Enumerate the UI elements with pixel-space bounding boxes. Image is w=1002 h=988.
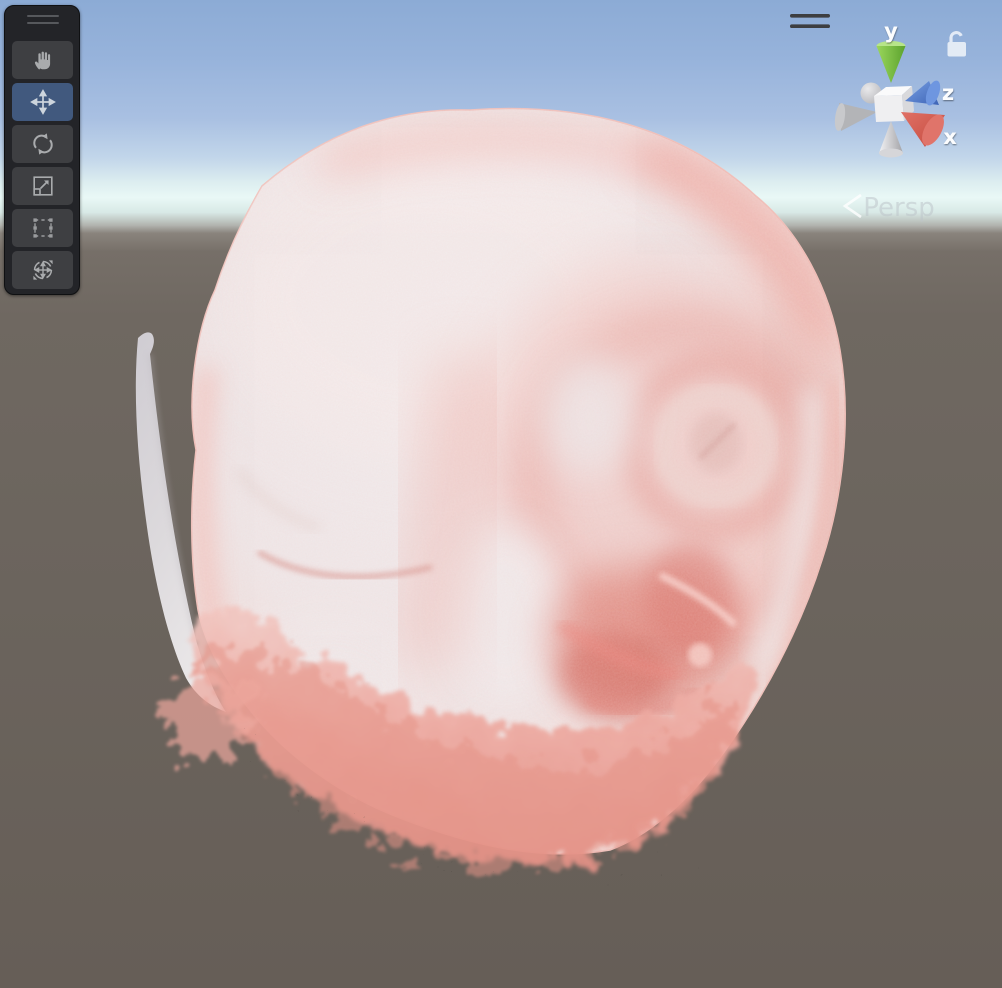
gizmo-y-cone[interactable] — [877, 41, 906, 83]
tool-button-rect[interactable] — [12, 209, 73, 247]
hand-icon — [30, 47, 56, 73]
unlocked-padlock-icon[interactable] — [948, 33, 967, 57]
gizmo-z-label[interactable]: z — [942, 81, 954, 105]
scene-orientation-gizmo[interactable]: y z x — [833, 19, 957, 158]
tool-button-view[interactable] — [12, 41, 73, 79]
move-icon — [30, 89, 56, 115]
gizmo-neg-x-cone[interactable] — [833, 102, 877, 131]
gizmo-x-label[interactable]: x — [943, 125, 957, 149]
transform-icon — [30, 257, 56, 283]
drag-handle-icon[interactable] — [27, 15, 59, 17]
tool-button-move[interactable] — [12, 83, 73, 121]
scene-viewport[interactable]: y z x Persp — [0, 0, 1002, 988]
chevron-left-icon — [845, 195, 861, 217]
tools-overlay — [4, 5, 80, 295]
rect-tool-icon — [30, 215, 56, 241]
gizmo-y-label[interactable]: y — [884, 19, 898, 43]
gizmo-neg-y-cone[interactable] — [879, 121, 903, 158]
scale-icon — [30, 173, 56, 199]
scene-toolbar-handle[interactable] — [790, 14, 830, 28]
projection-label: Persp — [863, 193, 935, 223]
tool-button-scale[interactable] — [12, 167, 73, 205]
gizmo-x-cone[interactable] — [901, 111, 948, 149]
scene-render: y z x Persp — [0, 0, 1002, 988]
rotate-icon — [30, 131, 56, 157]
tool-button-transform[interactable] — [12, 251, 73, 289]
tool-button-rotate[interactable] — [12, 125, 73, 163]
projection-indicator[interactable]: Persp — [845, 193, 935, 223]
drag-handle-icon[interactable] — [27, 22, 59, 24]
head-volume-render — [130, 90, 860, 889]
